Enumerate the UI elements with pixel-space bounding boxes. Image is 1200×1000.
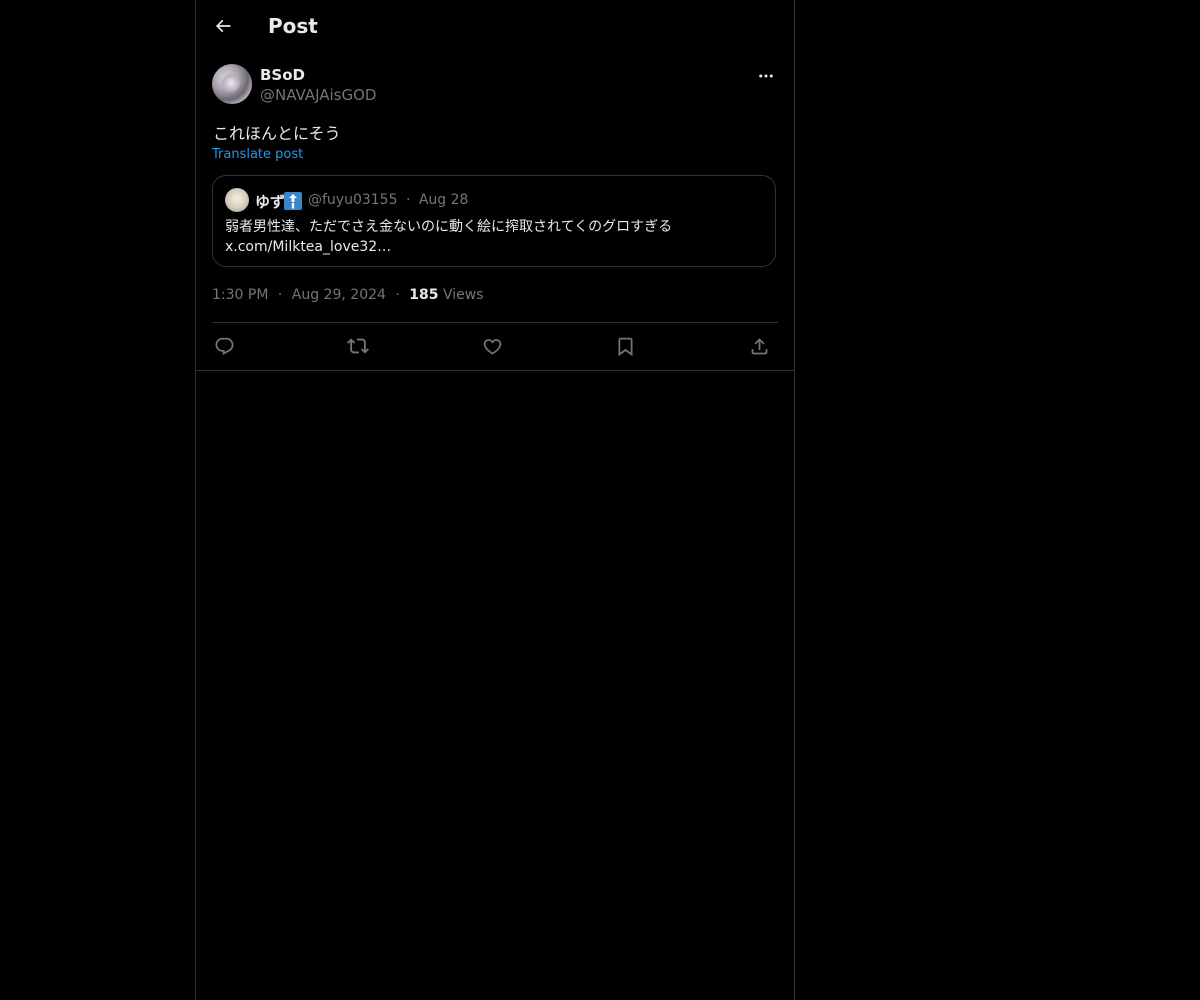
back-button[interactable] bbox=[206, 9, 240, 43]
quote-link[interactable]: x.com/Milktea_love32… bbox=[225, 237, 765, 257]
more-horizontal-icon bbox=[757, 67, 775, 85]
like-button[interactable] bbox=[480, 334, 504, 358]
arrow-left-icon bbox=[213, 16, 233, 36]
separator-dot: · bbox=[405, 192, 411, 208]
quote-text: 弱者男性達、ただでさえ金ないのに動く絵に搾取されてくのグロすぎる bbox=[225, 219, 673, 235]
heart-icon bbox=[482, 336, 503, 357]
separator-dot: · bbox=[395, 287, 400, 303]
post-detail-column: Post BSoD @NAVAJAisGOD これほんとにそう Translat… bbox=[195, 0, 795, 1000]
post-text: これほんとにそう bbox=[213, 124, 341, 143]
quote-text-block: 弱者男性達、ただでさえ金ないのに動く絵に搾取されてくのグロすぎる x.com/M… bbox=[225, 217, 765, 257]
quote-author-handle: @fuyu03155 bbox=[308, 192, 398, 208]
quote-author-name: ゆず bbox=[255, 193, 286, 211]
post-time[interactable]: 1:30 PM bbox=[212, 287, 268, 303]
quote-date: Aug 28 bbox=[418, 192, 469, 208]
bookmark-icon bbox=[615, 336, 636, 357]
page-title: Post bbox=[268, 14, 318, 38]
author-handle[interactable]: @NAVAJAisGOD bbox=[260, 86, 376, 104]
quote-meta: @fuyu03155 · Aug 28 bbox=[308, 192, 468, 208]
translate-post-link[interactable]: Translate post bbox=[212, 147, 303, 162]
avatar[interactable] bbox=[212, 64, 252, 104]
author-name[interactable]: BSoD bbox=[260, 66, 305, 84]
bookmark-button[interactable] bbox=[613, 334, 637, 358]
more-options-button[interactable] bbox=[754, 64, 778, 88]
reply-button[interactable] bbox=[212, 334, 236, 358]
reply-icon bbox=[214, 336, 235, 357]
quoted-post-card[interactable]: ゆず @fuyu03155 · Aug 28 弱者男性達、ただでさえ金ないのに動… bbox=[212, 175, 776, 267]
quote-avatar bbox=[225, 188, 249, 212]
repost-button[interactable] bbox=[346, 334, 370, 358]
post-meta: 1:30 PM · Aug 29, 2024 · 185 Views bbox=[212, 287, 484, 303]
repost-icon bbox=[347, 335, 369, 357]
post-actions bbox=[212, 323, 778, 370]
person-up-arrow-emoji-icon bbox=[284, 192, 302, 210]
post-date[interactable]: Aug 29, 2024 bbox=[292, 287, 386, 303]
share-button[interactable] bbox=[747, 334, 771, 358]
post-author: BSoD @NAVAJAisGOD bbox=[212, 64, 778, 108]
divider bbox=[196, 370, 794, 371]
views-label: Views bbox=[442, 287, 484, 303]
share-icon bbox=[749, 336, 770, 357]
separator-dot: · bbox=[277, 287, 283, 303]
views-count: 185 bbox=[409, 287, 439, 303]
top-bar: Post bbox=[196, 0, 794, 54]
